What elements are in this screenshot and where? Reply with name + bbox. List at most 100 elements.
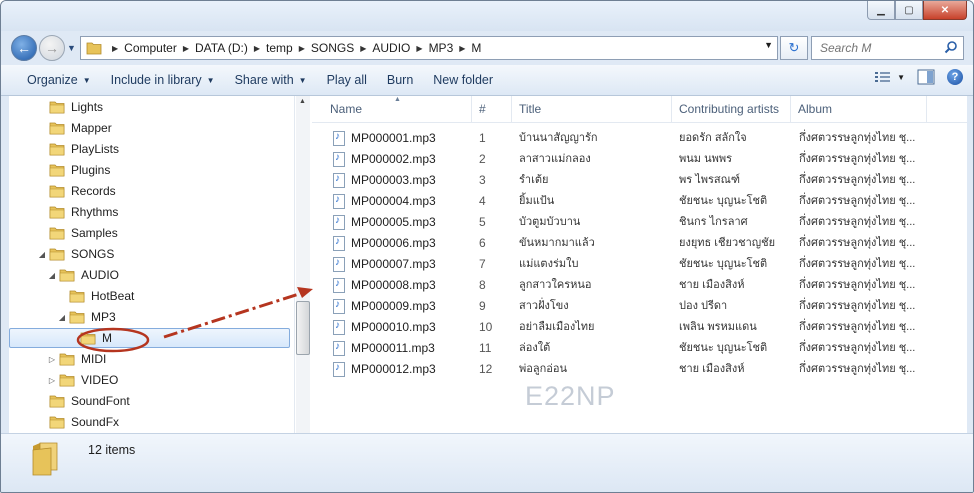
close-button[interactable]: ✕ — [923, 1, 967, 20]
audio-file-icon — [333, 131, 345, 146]
expand-arrow-icon[interactable]: ◢ — [37, 250, 47, 259]
tree-item[interactable]: SoundFx — [9, 412, 119, 432]
refresh-button[interactable]: ↻ — [780, 36, 808, 60]
tree-item[interactable]: M — [9, 328, 290, 348]
preview-pane-icon[interactable] — [917, 69, 935, 85]
explorer-window: ▁ ▢ ✕ ← → ▼ ▶ Computer ▶ DATA (D:) ▶ temp ▶ SON… — [0, 0, 974, 493]
file-name: MP000001.mp3 — [351, 131, 436, 145]
breadcrumb-separator-icon[interactable]: ▶ — [416, 44, 422, 53]
expand-arrow-icon[interactable]: ▷ — [47, 355, 57, 364]
file-row[interactable]: MP000012.mp3 12 พ่อลูกอ่อน ชาย เมืองสิงห์ กึ… — [330, 359, 950, 380]
share-with-label: Share with — [234, 73, 294, 87]
expand-arrow-icon[interactable]: ◢ — [47, 271, 57, 280]
recent-pages-dropdown[interactable]: ▼ — [67, 43, 76, 53]
tree-item[interactable]: PlayLists — [9, 139, 119, 159]
tree-item-label: SoundFont — [71, 394, 130, 408]
address-row: ← → ▼ ▶ Computer ▶ DATA (D:) ▶ temp ▶ SONGS ▶ AUD… — [1, 31, 973, 63]
folder-icon — [49, 415, 65, 429]
file-name: MP000005.mp3 — [351, 215, 436, 229]
breadcrumb-item[interactable]: Computer — [124, 41, 177, 55]
tree-item[interactable]: ◢ AUDIO — [9, 265, 119, 285]
back-button[interactable]: ← — [11, 35, 37, 61]
watermark: E22NP — [525, 381, 616, 411]
tree-item[interactable]: Samples — [9, 223, 118, 243]
breadcrumb-item[interactable]: DATA (D:) — [195, 41, 248, 55]
file-name: MP000003.mp3 — [351, 173, 436, 187]
column-album[interactable]: Album — [791, 96, 927, 122]
search-box[interactable] — [811, 36, 964, 60]
tree-item-label: PlayLists — [71, 142, 120, 156]
audio-file-icon — [333, 257, 345, 272]
organize-button[interactable]: Organize ▼ — [17, 69, 101, 91]
file-row[interactable]: MP000005.mp3 5 บัวตูมบัวบาน ชินกร ไกรลาศ กึ่… — [330, 212, 950, 233]
breadcrumb-separator-icon[interactable]: ▶ — [183, 44, 189, 53]
address-dropdown-icon[interactable]: ▼ — [764, 40, 773, 50]
help-icon[interactable]: ? — [947, 69, 963, 85]
navigation-scrollbar[interactable]: ▲ — [296, 96, 310, 433]
tree-item[interactable]: HotBeat — [9, 286, 134, 306]
breadcrumb-separator-icon[interactable]: ▶ — [360, 44, 366, 53]
search-input[interactable] — [818, 40, 942, 56]
expand-arrow-icon[interactable]: ▷ — [47, 376, 57, 385]
address-bar[interactable]: ▶ Computer ▶ DATA (D:) ▶ temp ▶ SONGS ▶ AUDIO ▶ MP3… — [80, 36, 778, 60]
search-icon[interactable] — [944, 40, 958, 54]
track-title: ยิ้มแป้น — [519, 195, 555, 207]
column-number[interactable]: # — [472, 96, 512, 122]
file-row[interactable]: MP000011.mp3 11 ล่องใต้ ชัยชนะ บุญนะโชติ กึ่… — [330, 338, 950, 359]
file-row[interactable]: MP000009.mp3 9 สาวฝั่งโขง ปอง ปรีดา กึ่งศตวร… — [330, 296, 950, 317]
share-with-button[interactable]: Share with ▼ — [225, 69, 317, 91]
file-row[interactable]: MP000010.mp3 10 อย่าลืมเมืองไทย เพลิน พรหมแ… — [330, 317, 950, 338]
file-row[interactable]: MP000004.mp3 4 ยิ้มแป้น ชัยชนะ บุญนะโชติ กึ่… — [330, 191, 950, 212]
play-all-button[interactable]: Play all — [317, 69, 377, 91]
tree-item[interactable]: ◢ MP3 — [9, 307, 116, 327]
scroll-thumb[interactable] — [296, 301, 310, 355]
tree-item[interactable]: Rhythms — [9, 202, 118, 222]
track-album: กึ่งศตวรรษลูกทุ่งไทย ชุ... — [799, 195, 916, 207]
forward-button[interactable]: → — [39, 35, 65, 61]
expand-arrow-icon[interactable]: ◢ — [57, 313, 67, 322]
scroll-up-icon[interactable]: ▲ — [299, 98, 306, 105]
file-row[interactable]: MP000007.mp3 7 แม่แตงร่มใบ ชัยชนะ บุญนะโชติ… — [330, 254, 950, 275]
folder-icon — [49, 394, 65, 408]
tree-item[interactable]: Plugins — [9, 160, 110, 180]
tree-item[interactable]: Records — [9, 181, 116, 201]
tree-item[interactable]: ◢ SONGS — [9, 244, 114, 264]
tree-item[interactable]: Lights — [9, 97, 103, 117]
tree-item-label: HotBeat — [91, 289, 135, 303]
breadcrumb-item[interactable]: MP3 — [429, 41, 454, 55]
breadcrumb-separator-icon[interactable]: ▶ — [254, 44, 260, 53]
include-in-library-label: Include in library — [110, 73, 202, 87]
change-view-button[interactable]: ▼ — [875, 71, 905, 83]
arrow-left-icon: ← — [17, 40, 31, 56]
breadcrumb-item[interactable]: M — [471, 41, 481, 55]
track-artist: ชัยชนะ บุญนะโชติ — [679, 195, 768, 207]
folder-icon — [59, 352, 75, 366]
column-title[interactable]: Title — [512, 96, 672, 122]
breadcrumb-separator-icon[interactable]: ▶ — [459, 44, 465, 53]
tree-item[interactable]: ▷ MIDI — [9, 349, 106, 369]
breadcrumb-item[interactable]: temp — [266, 41, 293, 55]
include-in-library-button[interactable]: Include in library ▼ — [101, 69, 225, 91]
maximize-button[interactable]: ▢ — [895, 1, 923, 20]
file-row[interactable]: MP000003.mp3 3 รำเต้ย พร ไพรสณฑ์ กึ่งศตวรรษล… — [330, 170, 950, 191]
tree-item[interactable]: ▷ VIDEO — [9, 370, 118, 390]
breadcrumb-separator-icon[interactable]: ▶ — [112, 44, 118, 53]
tree-item[interactable]: SoundFont — [9, 391, 130, 411]
minimize-button[interactable]: ▁ — [867, 1, 895, 20]
track-album: กึ่งศตวรรษลูกทุ่งไทย ชุ... — [799, 363, 916, 375]
burn-button[interactable]: Burn — [377, 69, 423, 91]
file-row[interactable]: MP000001.mp3 1 บ้านนาสัญญารัก ยอดรัก สลักใจ… — [330, 128, 950, 149]
audio-file-icon — [333, 152, 345, 167]
file-row[interactable]: MP000006.mp3 6 ขันหมากมาแล้ว ยงยุทธ เชียวชา… — [330, 233, 950, 254]
column-contributing-artists[interactable]: Contributing artists — [672, 96, 791, 122]
file-row[interactable]: MP000008.mp3 8 ลูกสาวใครหนอ ชาย เมืองสิงห์ ก… — [330, 275, 950, 296]
tree-item-label: M — [102, 331, 112, 345]
file-row[interactable]: MP000002.mp3 2 ลาสาวแม่กลอง พนม นพพร กึ่งศตว… — [330, 149, 950, 170]
new-folder-button[interactable]: New folder — [423, 69, 503, 91]
breadcrumb-item[interactable]: SONGS — [311, 41, 354, 55]
file-name: MP000009.mp3 — [351, 299, 436, 313]
tree-item[interactable]: Mapper — [9, 118, 112, 138]
breadcrumb-item[interactable]: AUDIO — [372, 41, 410, 55]
breadcrumb-separator-icon[interactable]: ▶ — [299, 44, 305, 53]
column-name[interactable]: Name — [323, 96, 472, 122]
